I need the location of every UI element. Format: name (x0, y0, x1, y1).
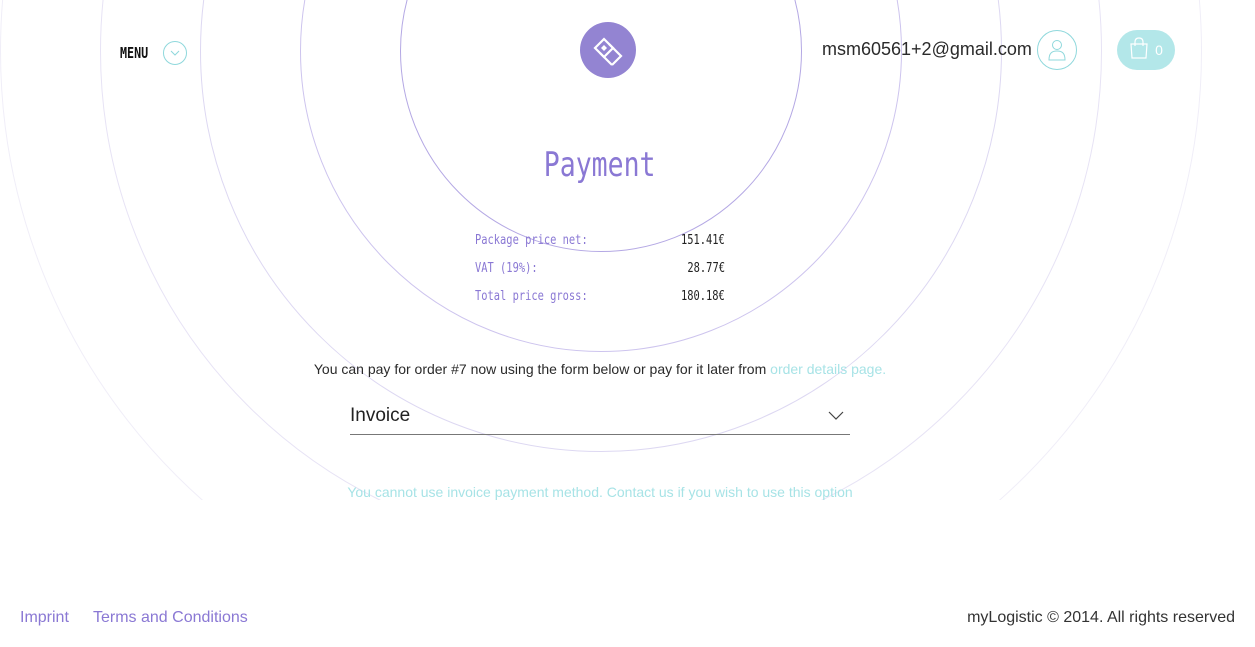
order-details-link[interactable]: order details page. (770, 361, 886, 377)
price-value: 28.77€ (687, 260, 725, 276)
price-label: VAT (19%): (475, 260, 538, 276)
user-email: msm60561+2@gmail.com (822, 39, 1032, 59)
price-row-vat: VAT (19%): 28.77€ (475, 254, 725, 282)
price-value: 151.41€ (681, 232, 725, 248)
imprint-link[interactable]: Imprint (20, 609, 69, 627)
logo-icon[interactable] (580, 22, 636, 78)
payment-method-select[interactable]: Invoice (350, 400, 850, 435)
menu-toggle[interactable]: MENU (120, 41, 187, 65)
payment-note: You can pay for order #7 now using the f… (0, 361, 1200, 377)
price-summary: Package price net: 151.41€ VAT (19%): 28… (475, 226, 725, 310)
terms-link[interactable]: Terms and Conditions (93, 609, 248, 627)
copyright: myLogistic © 2014. All rights reserved (967, 609, 1235, 626)
chevron-down-icon (828, 408, 844, 426)
cart-button[interactable]: 0 (1117, 30, 1175, 70)
price-label: Total price gross: (475, 288, 588, 304)
menu-label: MENU (120, 44, 149, 62)
user-icon[interactable] (1037, 30, 1077, 70)
price-row-total: Total price gross: 180.18€ (475, 282, 725, 310)
payment-note-text: You can pay for order #7 now using the f… (313, 361, 771, 377)
price-row-net: Package price net: 151.41€ (475, 226, 725, 254)
page-title-text: Payment (544, 145, 656, 185)
payment-method-value: Invoice (350, 405, 411, 426)
chevron-down-icon (163, 41, 187, 65)
cart-count: 0 (1155, 42, 1163, 58)
price-value: 180.18€ (681, 288, 725, 304)
payment-page: MENU msm60561+2@gmail.com 0 Payment Pack… (0, 0, 1255, 647)
shopping-bag-icon (1129, 36, 1149, 64)
invoice-warning: You cannot use invoice payment method. C… (347, 484, 853, 500)
price-label: Package price net: (475, 232, 588, 248)
page-title: Payment (0, 145, 1200, 185)
